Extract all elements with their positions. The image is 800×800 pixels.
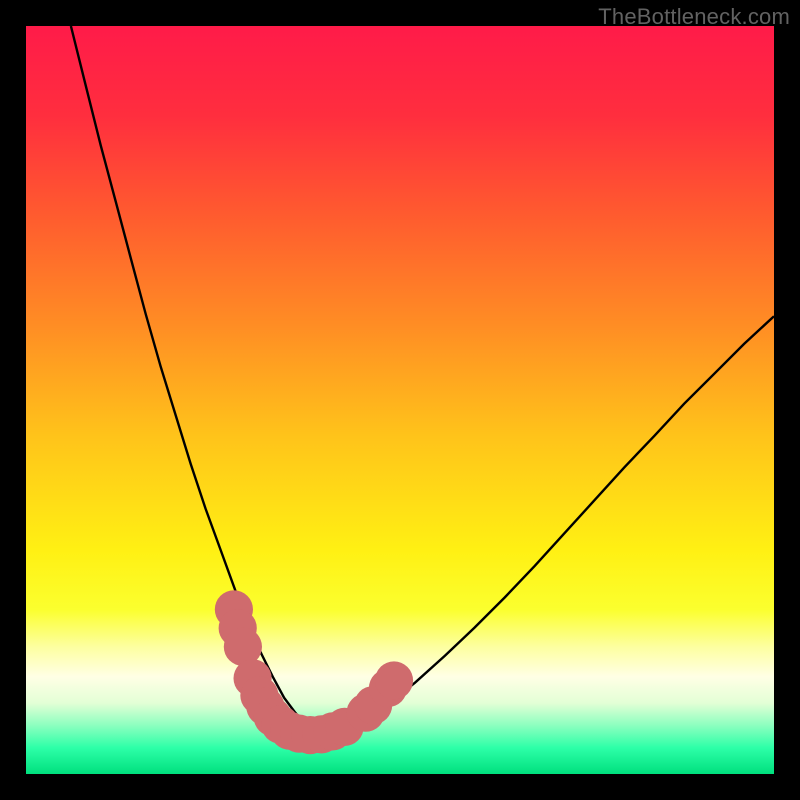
data-marker: [375, 661, 413, 699]
gradient-background: [26, 26, 774, 774]
plot-area: [26, 26, 774, 774]
chart-frame: TheBottleneck.com: [0, 0, 800, 800]
watermark-text: TheBottleneck.com: [598, 4, 790, 30]
bottleneck-chart: [26, 26, 774, 774]
